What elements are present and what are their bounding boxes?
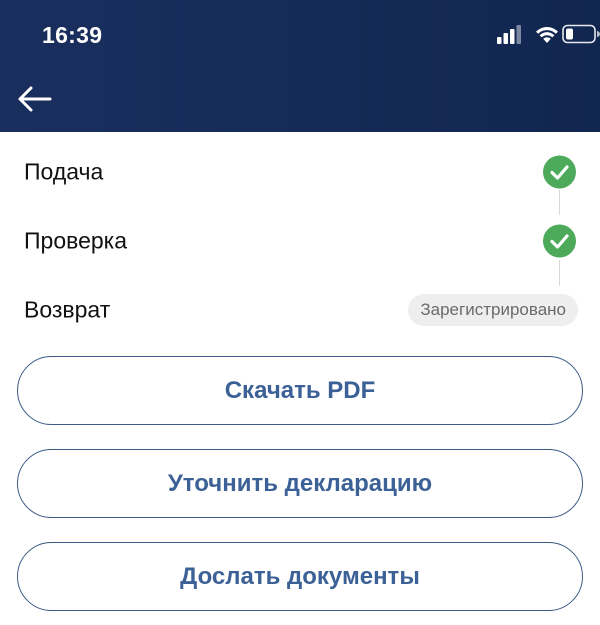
arrow-left-icon <box>18 86 52 112</box>
step-label: Подача <box>24 158 104 185</box>
check-circle-icon <box>543 155 576 189</box>
back-button[interactable] <box>14 82 54 116</box>
step-submission: Подача <box>0 142 600 202</box>
wifi-icon <box>536 27 558 43</box>
step-review: Проверка <box>0 211 600 271</box>
clarify-declaration-button[interactable]: Уточнить декларацию <box>17 449 583 518</box>
battery-icon <box>562 24 600 44</box>
download-pdf-button[interactable]: Скачать PDF <box>17 356 583 425</box>
app-header: 16:39 <box>0 0 600 132</box>
check-circle-icon <box>543 224 576 258</box>
signal-icon <box>497 25 521 44</box>
send-documents-button[interactable]: Дослать документы <box>17 542 583 611</box>
status-time: 16:39 <box>42 22 103 48</box>
status-badge: Зарегистрировано <box>408 294 578 326</box>
step-label: Проверка <box>24 227 128 254</box>
step-refund: Возврат Зарегистрировано <box>0 280 600 340</box>
step-label: Возврат <box>24 296 111 323</box>
